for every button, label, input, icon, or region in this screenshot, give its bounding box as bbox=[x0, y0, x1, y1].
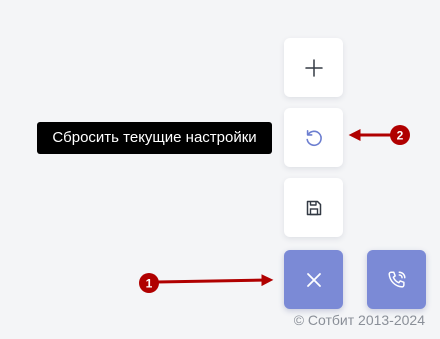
close-menu-button[interactable] bbox=[284, 250, 343, 309]
call-button[interactable] bbox=[367, 250, 426, 309]
reset-settings-button[interactable] bbox=[284, 108, 343, 167]
close-icon bbox=[305, 271, 323, 289]
annotation-arrow-1: 1 bbox=[139, 273, 274, 293]
annotation-marker-1: 1 bbox=[146, 277, 153, 291]
plus-icon bbox=[304, 58, 324, 78]
floppy-disk-icon bbox=[305, 199, 323, 217]
annotation-marker-2: 2 bbox=[397, 129, 404, 143]
save-settings-button[interactable] bbox=[284, 178, 343, 237]
add-button[interactable] bbox=[284, 38, 343, 97]
rotate-ccw-icon bbox=[304, 128, 324, 148]
phone-call-icon bbox=[386, 269, 408, 291]
annotation-arrow-2: 2 bbox=[348, 125, 410, 145]
copyright-text: © Сотбит 2013-2024 bbox=[293, 312, 425, 328]
reset-tooltip: Сбросить текущие настройки bbox=[37, 122, 272, 154]
